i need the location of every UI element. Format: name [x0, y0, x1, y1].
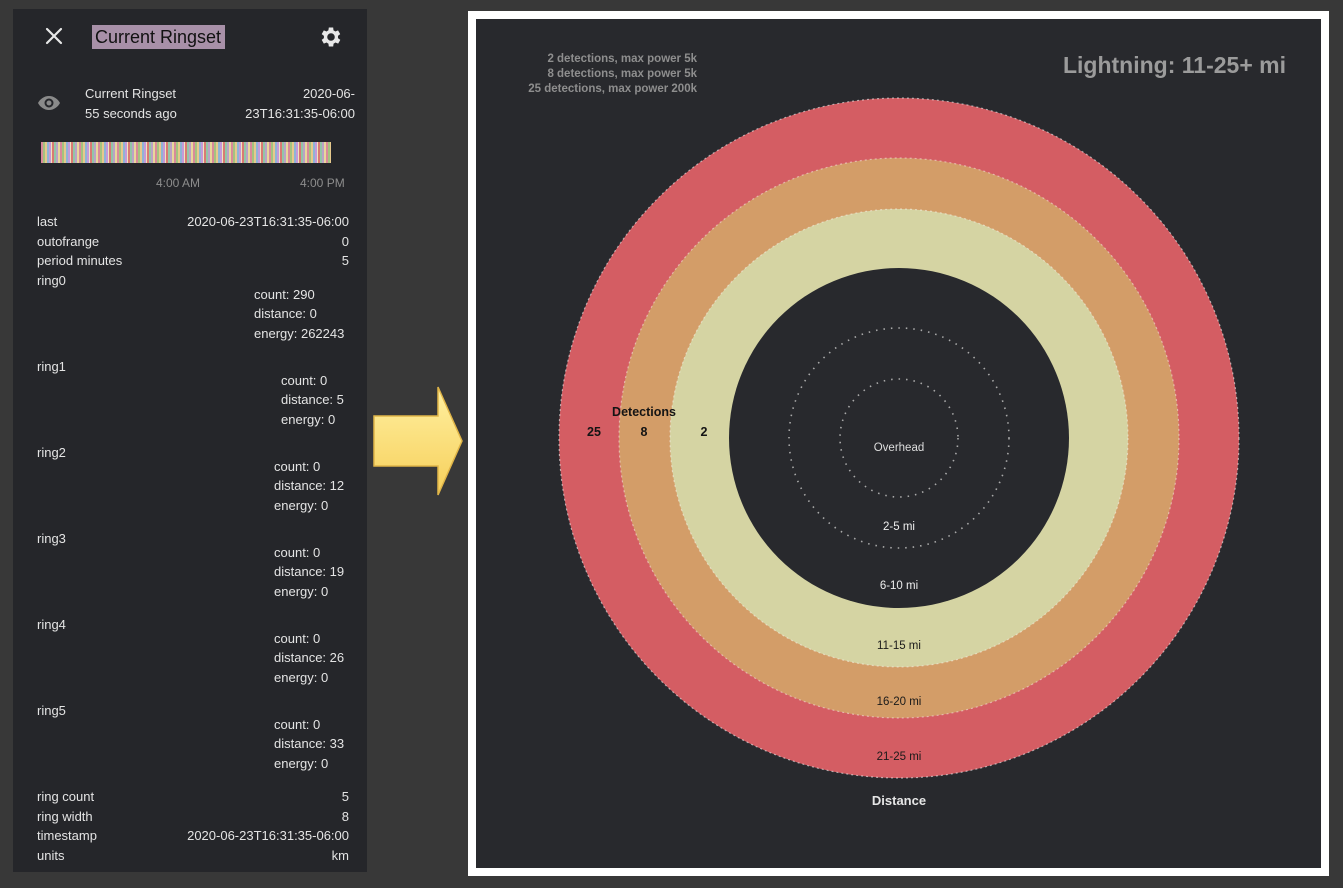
- ring-name: ring4: [37, 617, 66, 632]
- ring-energy: energy: 262243: [254, 326, 345, 341]
- ring-distance: distance: 5: [281, 392, 344, 407]
- ring-count: count: 290: [254, 287, 315, 302]
- entity-detail-panel: Current Ringset Current Ringset 55 secon…: [13, 9, 367, 872]
- ring-distance: distance: 33: [274, 736, 345, 751]
- chart-svg: Lightning: 11-25+ mi 2 detections, max p…: [528, 52, 1286, 808]
- history-timeline-bar[interactable]: [41, 142, 331, 163]
- history-end-label: 4:00 PM: [300, 176, 345, 190]
- ring-label-16-20: 16-20 mi: [877, 696, 922, 708]
- gear-icon[interactable]: [318, 24, 344, 50]
- detection-count-label: 2: [701, 425, 708, 439]
- attr-val-timestamp: 2020-06-23T16:31:35-06:00: [187, 828, 349, 843]
- legend-item: 25 detections, max power 200k: [528, 83, 697, 95]
- attr-val-last: 2020-06-23T16:31:35-06:00: [187, 214, 349, 229]
- ring-label-6-10: 6-10 mi: [880, 580, 918, 592]
- lightning-ring-chart: Lightning: 11-25+ mi 2 detections, max p…: [476, 19, 1321, 868]
- entity-timestamp-line2: 23T16:31:35-06:00: [245, 106, 355, 121]
- ring-count: count: 0: [281, 373, 328, 388]
- attr-val-ring-width: 8: [341, 809, 349, 824]
- ring-energy: energy: 0: [274, 498, 329, 513]
- attr-val-units: km: [331, 848, 349, 863]
- attr-key-ring-width: ring width: [37, 809, 93, 824]
- attr-val-outofrange: 0: [341, 234, 349, 249]
- chart-frame: Lightning: 11-25+ mi 2 detections, max p…: [468, 11, 1329, 876]
- ring-count: count: 0: [274, 717, 321, 732]
- attr-key-ring-count: ring count: [37, 789, 95, 804]
- ring-label-21-25: 21-25 mi: [877, 751, 922, 763]
- legend-item: 2 detections, max power 5k: [547, 53, 697, 65]
- attr-key-timestamp: timestamp: [37, 828, 97, 843]
- ring-count: count: 0: [274, 545, 321, 560]
- ring-distance: distance: 0: [254, 306, 317, 321]
- ring-distance: distance: 26: [274, 650, 345, 665]
- ring-energy: energy: 0: [274, 670, 329, 685]
- legend-item: 8 detections, max power 5k: [547, 68, 697, 80]
- ring-label-overhead: Overhead: [874, 442, 925, 454]
- history-start-label: 4:00 AM: [156, 176, 201, 190]
- ring-count: count: 0: [274, 459, 321, 474]
- detection-count-label: 25: [587, 425, 601, 439]
- distance-axis-label: Distance: [872, 793, 926, 808]
- attr-key-units: units: [37, 848, 65, 863]
- detections-label: Detections: [612, 405, 676, 419]
- attr-key-outofrange: outofrange: [37, 234, 100, 249]
- chart-title: Lightning: 11-25+ mi: [1063, 52, 1286, 78]
- close-icon[interactable]: [41, 23, 67, 49]
- attr-key-last: last: [37, 214, 58, 229]
- ring-label-11-15: 11-15 mi: [877, 640, 921, 652]
- detection-count-label: 8: [641, 425, 648, 439]
- arrow-right-icon: [373, 386, 463, 496]
- ring-energy: energy: 0: [274, 756, 329, 771]
- ring-energy: energy: 0: [281, 412, 336, 427]
- ring-name: ring1: [37, 359, 66, 374]
- attr-val-period: 5: [341, 253, 349, 268]
- attr-val-ring-count: 5: [341, 789, 349, 804]
- entity-timestamp-line1: 2020-06-: [302, 86, 355, 101]
- ring-distance: distance: 12: [274, 478, 345, 493]
- ring-count: count: 0: [274, 631, 321, 646]
- ring-label-2-5: 2-5 mi: [883, 521, 915, 533]
- ring-energy: energy: 0: [274, 584, 329, 599]
- ring-name: ring2: [37, 445, 66, 460]
- ring-distance: distance: 19: [274, 564, 345, 579]
- ring-name: ring3: [37, 531, 66, 546]
- panel-title: Current Ringset: [92, 25, 226, 49]
- entity-name: Current Ringset: [85, 86, 177, 101]
- entity-last-changed: 55 seconds ago: [85, 106, 177, 121]
- ring-name: ring0: [37, 273, 66, 288]
- ring-name: ring5: [37, 703, 66, 718]
- ring-6-10: [729, 268, 1069, 608]
- eye-icon: [38, 96, 60, 110]
- attr-key-period: period minutes: [37, 253, 123, 268]
